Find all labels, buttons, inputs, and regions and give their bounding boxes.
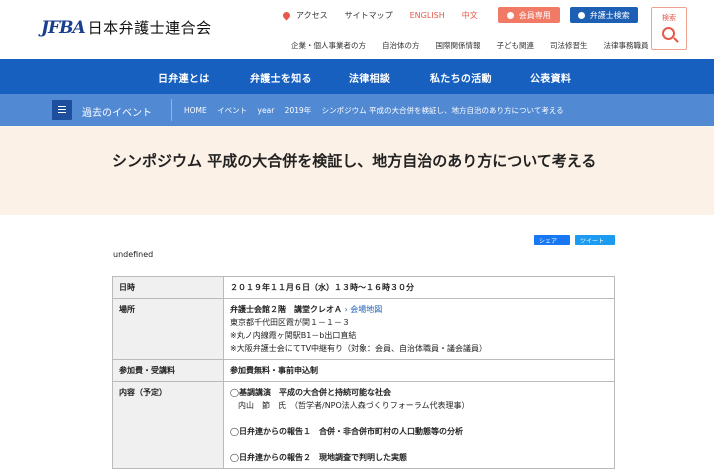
table-row: 日時 ２０１９年１１月６日（水）１３時～１６時３０分 [112, 276, 615, 299]
section-bar: 過去のイベント HOME イベント year 2019年 シンポジウム 平成の大… [0, 94, 714, 126]
hamburger-icon [58, 106, 66, 107]
lock-icon [506, 11, 514, 19]
main-nav: 日弁連とは 弁護士を知る 法律相談 私たちの活動 公表資料 [0, 59, 714, 94]
site-search-button[interactable]: 検索 [651, 7, 687, 50]
lawyer-search-button[interactable]: 弁護士検索 [569, 7, 638, 23]
date-value: ２０１９年１１月６日（水）１３時～１６時３０分 [223, 276, 615, 299]
main-nav-about[interactable]: 日弁連とは [158, 70, 210, 85]
breadcrumb-current: シンポジウム 平成の大合併を検証し、地方自治のあり方について考える [321, 106, 564, 115]
undefined-text: undefined [113, 250, 154, 259]
content-label: 内容（予定） [112, 381, 224, 469]
facebook-share-label: シェア [539, 237, 558, 245]
page-title: シンポジウム 平成の大合併を検証し、地方自治のあり方について考える [112, 152, 597, 170]
main-nav-activities[interactable]: 私たちの活動 [430, 70, 492, 85]
place-broadcast: ※大阪弁護士会にてTV中継有り（対象：会員、自治体職員・議会議員） [230, 344, 488, 353]
content-keynote: ◯基調講演 平成の大合併と持続可能な社会 [230, 388, 391, 397]
content-value: ◯基調講演 平成の大合併と持続可能な社会 内山 節 氏 （哲学者/NPO法人森づ… [223, 381, 615, 469]
event-info-table: 日時 ２０１９年１１月６日（水）１３時～１６時３０分 場所 弁護士会館２階 講堂… [112, 276, 615, 469]
member-only-label: 会員専用 [518, 10, 551, 20]
section-title: 過去のイベント [82, 108, 152, 119]
place-value: 弁護士会館２階 講堂クレオＡ › 会場地図 東京都千代田区霞が関１－１－３ ※丸… [223, 298, 615, 360]
content-keynote-speaker: 内山 節 氏 （哲学者/NPO法人森づくりフォーラム代表理事） [238, 401, 470, 410]
section-divider [171, 99, 172, 121]
map-pin-icon [281, 10, 292, 20]
twitter-share-button[interactable]: ツイート [575, 235, 615, 245]
fee-label: 参加費・受講料 [112, 359, 224, 382]
breadcrumb-2019[interactable]: 2019年 [285, 106, 312, 115]
access-link[interactable]: アクセス [281, 10, 328, 21]
content-report-1: ◯日弁連からの報告１ 合併・非合併市町村の人口動態等の分析 [230, 427, 463, 436]
venue-map-label: 会場地図 [350, 305, 383, 314]
title-band: シンポジウム 平成の大合併を検証し、地方自治のあり方について考える [0, 126, 714, 215]
logo-text: 日本弁護士連合会 [87, 19, 212, 37]
fee-value: 参加費無料・事前申込制 [223, 359, 615, 382]
breadcrumb-home[interactable]: HOME [184, 106, 207, 115]
main-nav-lawyers[interactable]: 弁護士を知る [250, 70, 312, 85]
person-icon [577, 11, 585, 19]
table-row: 内容（予定） ◯基調講演 平成の大合併と持続可能な社会 内山 節 氏 （哲学者/… [112, 381, 615, 469]
date-label: 日時 [112, 276, 224, 299]
content-report-2: ◯日弁連からの報告２ 現地調査で判明した実態 [230, 453, 407, 462]
audience-link-business[interactable]: 企業・個人事業者の方 [291, 40, 366, 51]
audience-link-staff[interactable]: 法律事務職員 [604, 40, 649, 51]
twitter-share-label: ツイート [580, 237, 605, 245]
facebook-share-button[interactable]: シェア [534, 235, 570, 245]
table-row: 場所 弁護士会館２階 講堂クレオＡ › 会場地図 東京都千代田区霞が関１－１－３… [112, 298, 615, 360]
site-header: JFBA 日本弁護士連合会 アクセス サイトマップ ENGLISH 中文 会員専… [0, 0, 714, 59]
logo-mark: JFBA [41, 17, 86, 38]
breadcrumb-year[interactable]: year [258, 106, 275, 115]
place-venue: 弁護士会館２階 講堂クレオＡ [230, 305, 342, 314]
member-only-button[interactable]: 会員専用 [497, 7, 560, 23]
main-nav-consultation[interactable]: 法律相談 [349, 70, 390, 85]
access-label: アクセス [296, 10, 328, 20]
audience-link-international[interactable]: 国際関係情報 [436, 40, 481, 51]
place-address: 東京都千代田区霞が関１－１－３ [230, 318, 350, 327]
sitemap-link[interactable]: サイトマップ [345, 10, 393, 21]
venue-map-link[interactable]: › 会場地図 [345, 305, 383, 314]
audience-link-municipality[interactable]: 自治体の方 [382, 40, 420, 51]
table-row: 参加費・受講料 参加費無料・事前申込制 [112, 359, 615, 382]
site-logo[interactable]: JFBA 日本弁護士連合会 [41, 17, 212, 38]
chinese-link[interactable]: 中文 [462, 10, 478, 21]
lawyer-search-label: 弁護士検索 [589, 10, 630, 20]
place-label: 場所 [112, 298, 224, 360]
utility-nav: アクセス サイトマップ ENGLISH 中文 会員専用 弁護士検索 [281, 7, 638, 23]
breadcrumb: HOME イベント year 2019年 シンポジウム 平成の大合併を検証し、地… [184, 105, 572, 116]
menu-button[interactable] [52, 100, 72, 120]
breadcrumb-events[interactable]: イベント [217, 106, 247, 115]
main-nav-publications[interactable]: 公表資料 [530, 70, 571, 85]
page: JFBA 日本弁護士連合会 アクセス サイトマップ ENGLISH 中文 会員専… [0, 0, 714, 476]
audience-nav: 企業・個人事業者の方 自治体の方 国際関係情報 子ども関連 司法修習生 法律事務… [291, 40, 665, 51]
place-station: ※丸ノ内線霞ヶ関駅B1－b出口直結 [230, 331, 357, 340]
audience-link-children[interactable]: 子ども関連 [497, 40, 535, 51]
audience-link-trainee[interactable]: 司法修習生 [550, 40, 588, 51]
english-link[interactable]: ENGLISH [410, 11, 445, 20]
search-icon [662, 27, 675, 40]
search-label: 検索 [662, 14, 676, 22]
